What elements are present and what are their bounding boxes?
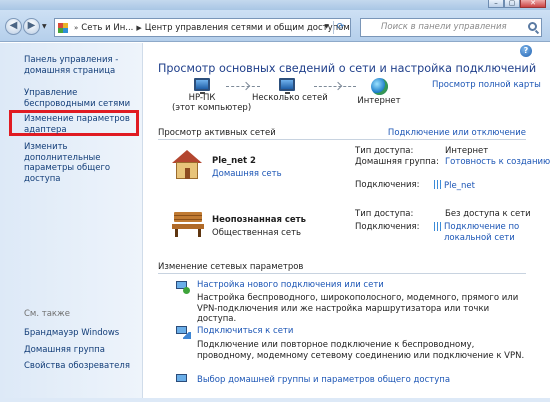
sidebar-link-firewall[interactable]: Брандмауэр Windows	[24, 328, 142, 339]
globe-icon	[370, 78, 388, 95]
public-network-icon	[172, 208, 204, 238]
network-category: Общественная сеть	[212, 228, 302, 238]
search-input[interactable]: Поиск в панели управления	[360, 18, 542, 37]
connections-label: Подключения:	[355, 222, 420, 232]
change-settings-title: Изменение сетевых параметров	[158, 262, 307, 272]
minimize-button[interactable]: –	[488, 0, 504, 8]
access-type-value: Без доступа к сети	[445, 209, 531, 219]
pc-name: HP-ПК	[188, 93, 216, 103]
forward-button[interactable]: ▶	[23, 18, 40, 35]
page-title: Просмотр основных сведений о сети и наст…	[158, 62, 537, 75]
breadcrumb-chevron-icon[interactable]: ▶	[136, 24, 141, 32]
history-dropdown-icon[interactable]: ▼	[42, 23, 47, 30]
internet-label: Интернет	[357, 96, 401, 106]
wired-connection-icon	[434, 222, 441, 231]
home-group-label: Домашняя группа:	[355, 157, 439, 167]
address-dropdown-icon[interactable]: ▼	[324, 23, 329, 30]
connection-item[interactable]: Подключение по локальной сети	[434, 222, 529, 243]
breadcrumb-network[interactable]: Сеть и Ин...	[81, 23, 133, 33]
task-link-connect[interactable]: Подключиться к сети	[197, 326, 293, 336]
map-node-internet: Интернет	[354, 78, 404, 106]
access-type-label: Тип доступа:	[355, 209, 414, 219]
sidebar-link-home[interactable]: Панель управления - домашняя страница	[24, 55, 142, 76]
sidebar-link-advanced-sharing[interactable]: Изменить дополнительные параметры общего…	[24, 142, 142, 184]
access-type-value: Интернет	[445, 146, 489, 156]
connection-item[interactable]: Ple_net	[434, 180, 475, 191]
address-toolbar: ◀ ▶ ▼ » Сеть и Ин... ▶ Центр управления …	[0, 10, 550, 42]
task-desc-new-connection: Настройка беспроводного, широкополосного…	[197, 293, 519, 324]
control-panel-icon	[58, 22, 68, 33]
window-controls: – ▢ ✕	[488, 0, 546, 10]
arrow-right-icon: ▶	[27, 20, 36, 31]
breadcrumb-chevron-icon[interactable]: »	[74, 24, 78, 32]
see-also-heading: См. также	[24, 309, 70, 319]
computer-icon	[194, 78, 210, 94]
sidebar: Панель управления - домашняя страница Уп…	[0, 43, 143, 402]
back-button[interactable]: ◀	[5, 18, 22, 35]
address-bar[interactable]: » Сеть и Ин... ▶ Центр управления сетями…	[54, 18, 351, 37]
task-link-new-connection[interactable]: Настройка нового подключения или сети	[197, 280, 384, 290]
change-settings-header: Изменение сетевых параметров	[158, 262, 526, 274]
connections-label: Подключения:	[355, 180, 420, 190]
sidebar-link-adapter-settings[interactable]: Изменение параметров адаптера	[24, 114, 142, 135]
home-network-icon	[172, 150, 202, 180]
window-bottom-edge	[0, 398, 550, 402]
access-type-label: Тип доступа:	[355, 146, 414, 156]
map-connector	[314, 81, 356, 91]
search-placeholder: Поиск в панели управления	[381, 22, 507, 32]
home-group-link[interactable]: Готовность к созданию	[445, 157, 550, 168]
active-networks-header: Просмотр активных сетей Подключение или …	[158, 128, 526, 140]
network-map: HP-ПК (этот компьютер) Несколько сетей И…	[158, 78, 418, 118]
map-node-multiple-networks: Несколько сетей	[252, 78, 328, 103]
breadcrumb-network-center[interactable]: Центр управления сетями и общим доступом	[145, 23, 350, 33]
search-icon[interactable]	[528, 22, 537, 31]
network-category-link[interactable]: Домашняя сеть	[212, 169, 282, 179]
full-map-link[interactable]: Просмотр полной карты	[432, 80, 541, 90]
title-bar: – ▢ ✕	[0, 0, 550, 10]
task-link-homegroup[interactable]: Выбор домашней группы и параметров общег…	[197, 375, 450, 385]
sidebar-link-wireless[interactable]: Управление беспроводными сетями	[24, 88, 142, 109]
homegroup-icon	[174, 373, 190, 387]
connect-disconnect-link[interactable]: Подключение или отключение	[384, 128, 526, 138]
map-node-this-pc: HP-ПК (этот компьютер)	[172, 78, 252, 113]
connect-network-icon	[174, 325, 191, 339]
new-connection-icon	[174, 280, 190, 294]
multiple-networks-label: Несколько сетей	[252, 93, 328, 103]
arrow-left-icon: ◀	[9, 20, 18, 31]
pc-sub: (этот компьютер)	[172, 103, 252, 113]
connection-link[interactable]: Ple_net	[444, 181, 475, 191]
network-icon	[279, 78, 295, 94]
maximize-button[interactable]: ▢	[504, 0, 520, 8]
wireless-signal-icon	[434, 180, 441, 189]
close-button[interactable]: ✕	[520, 0, 546, 8]
network-name: Неопознанная сеть	[212, 215, 306, 225]
connection-link[interactable]: Подключение по локальной сети	[444, 222, 529, 243]
sidebar-link-homegroup[interactable]: Домашняя группа	[24, 345, 142, 356]
active-networks-title: Просмотр активных сетей	[158, 128, 279, 138]
task-desc-connect: Подключение или повторное подключение к …	[197, 340, 525, 361]
help-icon[interactable]: ?	[520, 45, 532, 57]
refresh-icon[interactable]: ⟳	[333, 21, 347, 34]
sidebar-link-internet-options[interactable]: Свойства обозревателя	[24, 361, 142, 372]
network-name: Ple_net 2	[212, 156, 256, 166]
